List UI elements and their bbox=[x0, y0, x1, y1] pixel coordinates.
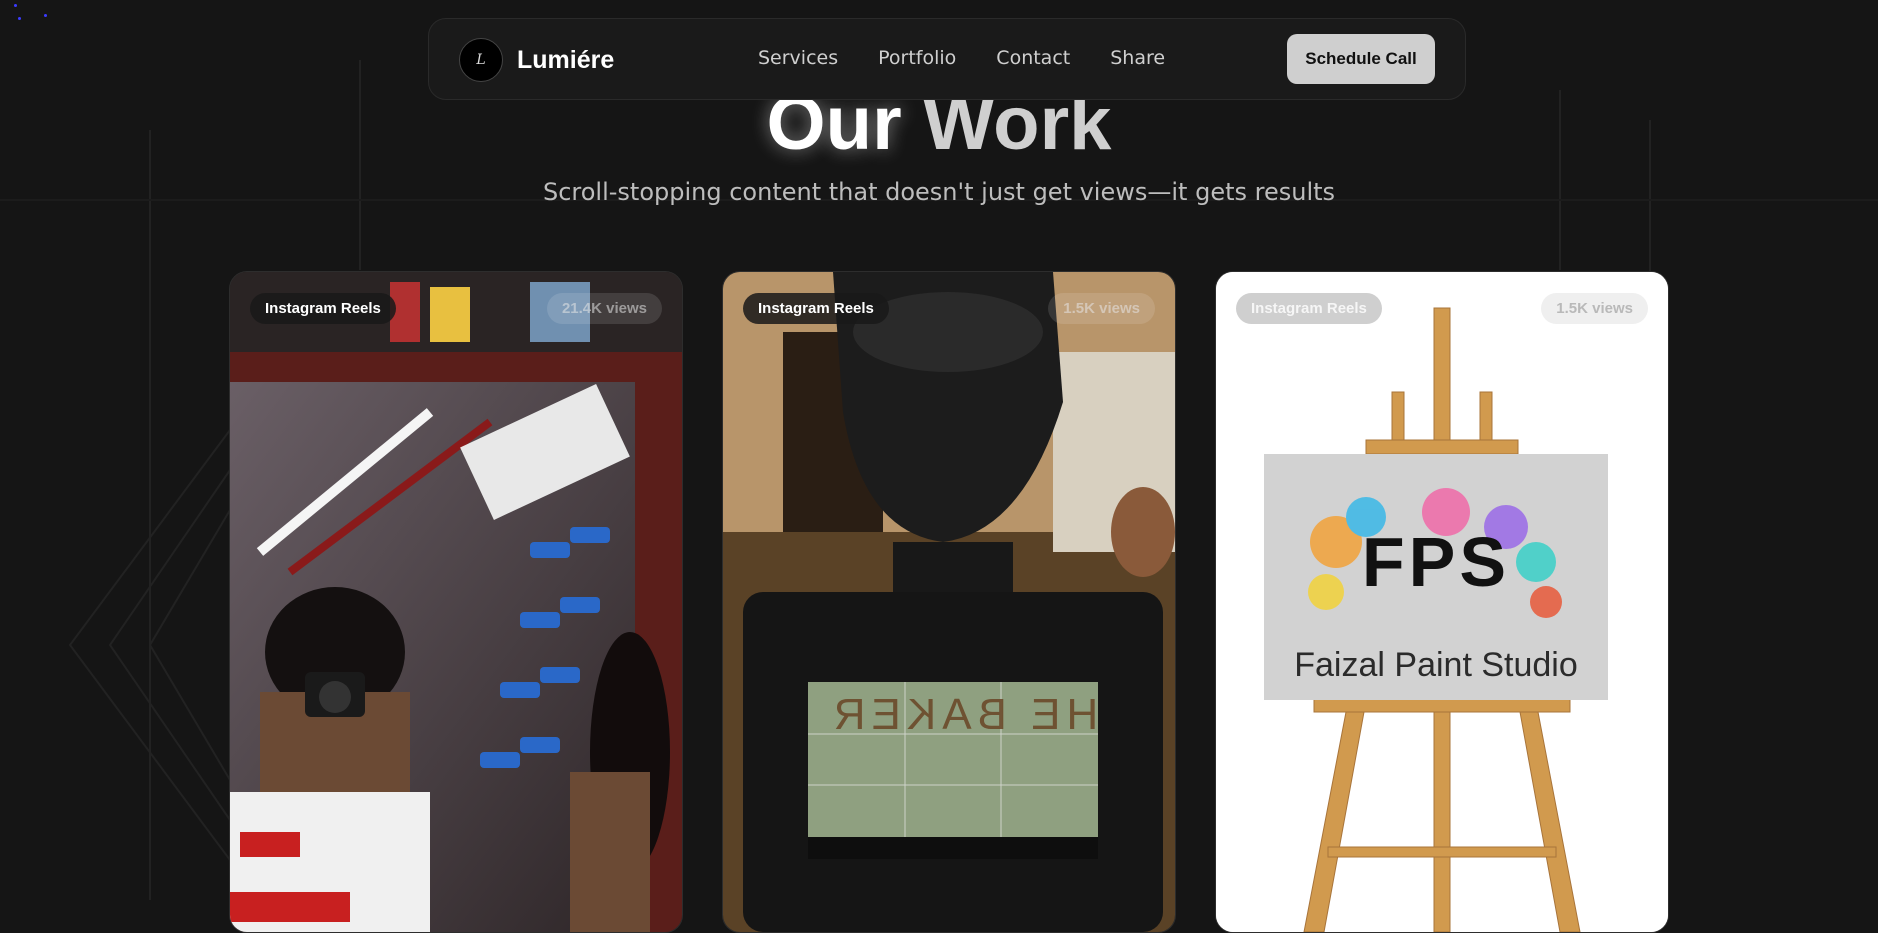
portfolio-card[interactable]: Instagram Reels 21.4K views bbox=[229, 271, 683, 933]
nav-link-portfolio[interactable]: Portfolio bbox=[878, 47, 956, 69]
card-thumbnail-easel bbox=[1216, 272, 1668, 932]
schedule-call-button[interactable]: Schedule Call bbox=[1287, 34, 1435, 84]
nav-link-services[interactable]: Services bbox=[758, 47, 838, 69]
nav-link-contact[interactable]: Contact bbox=[996, 47, 1070, 69]
views-count: 1.5K views bbox=[1048, 293, 1155, 324]
decor-dot bbox=[14, 4, 17, 7]
portfolio-card[interactable]: FPS Faizal Paint Studio Instagram Reels … bbox=[1215, 271, 1669, 933]
views-count: 21.4K views bbox=[546, 293, 662, 324]
brand-name: Lumiére bbox=[517, 45, 615, 74]
decor-dot bbox=[18, 17, 21, 20]
brand[interactable]: L Lumiére bbox=[459, 38, 614, 82]
card-thumbnail-camera bbox=[723, 272, 1175, 932]
client-name: Faizal Paint Studio bbox=[1294, 646, 1578, 684]
camera-screen-text: HE BAKER bbox=[827, 690, 1099, 739]
decor-dot bbox=[44, 14, 47, 17]
platform-badge: Instagram Reels bbox=[743, 293, 889, 324]
page-subtitle: Scroll-stopping content that doesn't jus… bbox=[542, 178, 1336, 206]
client-logo-text: FPS bbox=[1361, 523, 1511, 601]
platform-badge: Instagram Reels bbox=[1236, 293, 1382, 324]
card-thumbnail-store-mirror bbox=[230, 272, 682, 932]
views-count: 1.5K views bbox=[1541, 293, 1648, 324]
portfolio-card[interactable]: HE BAKER Instagram Reels 1.5K views bbox=[722, 271, 1176, 933]
nav-link-share[interactable]: Share bbox=[1110, 47, 1165, 69]
navbar: L Lumiére Services Portfolio Contact Sha… bbox=[428, 18, 1466, 100]
brand-logo: L bbox=[459, 38, 503, 82]
brand-logo-mark: L bbox=[476, 52, 486, 68]
platform-badge: Instagram Reels bbox=[250, 293, 396, 324]
nav-links: Services Portfolio Contact Share bbox=[758, 47, 1165, 69]
